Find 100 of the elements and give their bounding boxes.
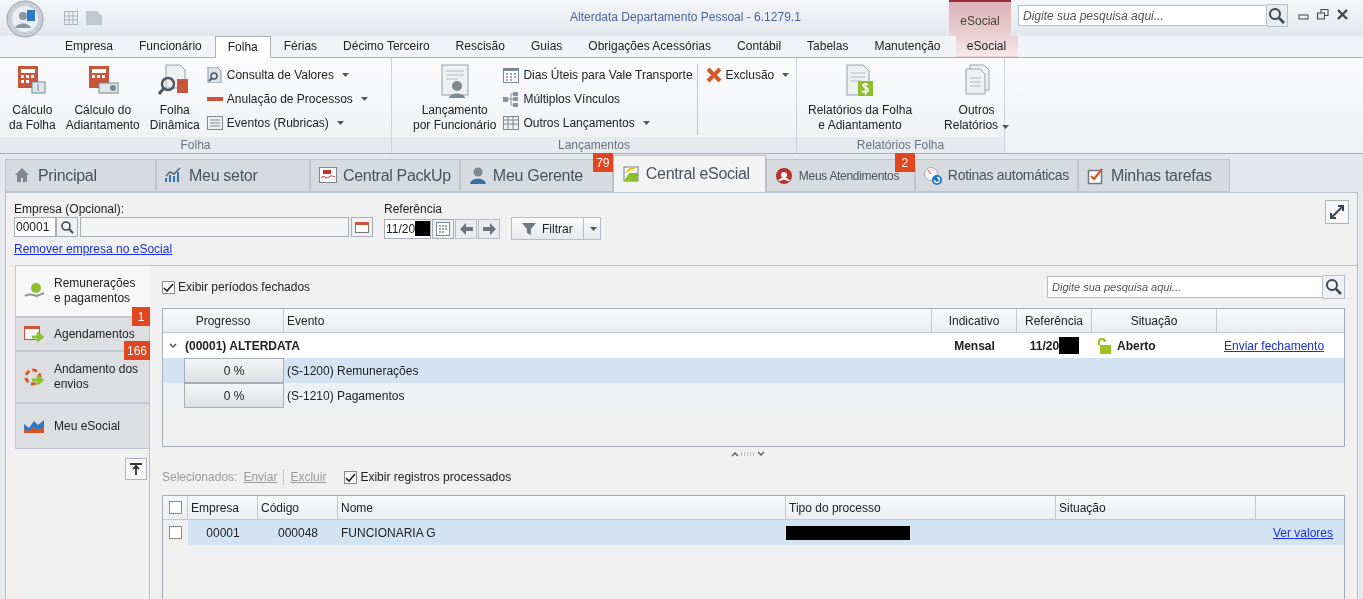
ribbon-tab[interactable]: Manutenção: [861, 35, 954, 57]
app-orb-icon[interactable]: [6, 0, 44, 38]
column-header[interactable]: Referência: [1017, 309, 1092, 332]
column-header[interactable]: Indicativo: [932, 309, 1017, 332]
code-field[interactable]: 00001: [14, 217, 56, 237]
ribbon-tab[interactable]: Folha: [214, 36, 271, 58]
group-label: Relatórios Folha: [797, 137, 1004, 153]
logo-icon: [319, 166, 337, 185]
page-tab[interactable]: Meu setor: [156, 159, 310, 192]
ribbon-tab[interactable]: Férias: [270, 35, 331, 57]
ribbon-tab[interactable]: Contábil: [724, 35, 795, 57]
table-row[interactable]: 0 % (S-1210) Pagamentos: [163, 383, 1344, 408]
badge: 1: [132, 307, 150, 326]
search-icon: [60, 220, 74, 234]
picker-button[interactable]: [351, 217, 373, 237]
contextual-tab-header: eSocial: [949, 0, 1011, 36]
ribbon-tab[interactable]: Funcionário: [126, 35, 215, 57]
side-nav-item[interactable]: Meu eSocial: [15, 403, 150, 449]
company-name-field[interactable]: [80, 217, 349, 237]
ribbon-tab[interactable]: Guias: [517, 35, 576, 57]
table-row[interactable]: 0 % (S-1200) Remunerações: [163, 358, 1344, 383]
calendar-arrow-icon: [24, 325, 44, 343]
filter-split-button[interactable]: Filtrar: [511, 217, 601, 240]
ribbon-button[interactable]: Consulta de Valores: [206, 64, 368, 86]
group-title: (00001) ALTERDATA: [185, 337, 300, 355]
page-tab[interactable]: Central eSocial: [612, 155, 766, 192]
ribbon-button[interactable]: Relatórios da Folha e Adiantamento: [805, 62, 916, 137]
checkbox-label[interactable]: Exibir registros processados: [344, 468, 512, 486]
ribbon-button[interactable]: Cálculo da Folha: [6, 62, 59, 137]
badge: 79: [592, 153, 613, 172]
calendar-icon: [436, 221, 450, 236]
table-icon: [503, 115, 520, 131]
ribbon-tab[interactable]: Décimo Terceiro: [330, 35, 443, 57]
ribbon-button[interactable]: Outros Lançamentos: [503, 112, 693, 134]
ribbon-button[interactable]: Exclusão: [705, 64, 790, 86]
ribbon-button[interactable]: Anulação de Processos: [206, 88, 368, 110]
splitter-grip-icon[interactable]: [731, 451, 765, 457]
table-cell-text: (S-1200) Remunerações: [286, 362, 419, 380]
ribbon-button[interactable]: Lançamento por Funcionário: [410, 62, 500, 137]
checkbox[interactable]: [169, 526, 182, 539]
restore-icon[interactable]: [1317, 9, 1329, 20]
ribbon-button[interactable]: Folha Dinâmica: [146, 62, 203, 137]
person-icon: [468, 166, 487, 185]
column-header[interactable]: Evento: [284, 309, 932, 332]
next-button[interactable]: [478, 218, 500, 239]
ribbon-button[interactable]: Eventos (Rubricas): [206, 112, 368, 134]
ribbon-tab[interactable]: Empresa: [52, 35, 127, 57]
note-icon: [621, 165, 640, 183]
ribbon-button[interactable]: Outros Relatórios: [941, 62, 1013, 137]
document-search-icon: [206, 67, 223, 83]
search-field[interactable]: Digite sua pesquisa aqui...: [1047, 276, 1323, 298]
column-header[interactable]: Situação: [1092, 309, 1217, 332]
checkbox[interactable]: [162, 280, 175, 294]
search-button[interactable]: [56, 217, 78, 237]
ribbon-button[interactable]: Múltiplos Vínculos: [503, 88, 693, 110]
home-icon: [14, 166, 32, 185]
ribbon-tab[interactable]: Obrigações Acessórias: [575, 35, 725, 57]
checkbox-label[interactable]: Exibir períodos fechados: [162, 278, 311, 296]
close-icon[interactable]: [1337, 9, 1348, 20]
remove-company-link[interactable]: Remover empresa no eSocial: [14, 240, 373, 258]
ribbon-tab[interactable]: eSocial: [955, 35, 1018, 57]
field-label: Referência: [384, 202, 444, 216]
caret-icon: [590, 226, 598, 231]
ribbon-tab[interactable]: Tabelas: [794, 35, 862, 57]
view-values-link[interactable]: Ver valores: [1272, 523, 1333, 542]
expand-button[interactable]: [1325, 200, 1349, 224]
redaction-bar: [415, 221, 430, 236]
page-tab[interactable]: Principal: [5, 159, 156, 192]
date-field[interactable]: 11/20: [384, 218, 431, 239]
previous-button[interactable]: [455, 218, 477, 239]
checkbox[interactable]: [168, 501, 182, 514]
column-header[interactable]: Empresa: [188, 496, 258, 519]
calendar-button[interactable]: [432, 218, 454, 239]
redaction-bar: [1059, 337, 1080, 354]
cross-icon: [705, 67, 722, 83]
column-header[interactable]: Situação: [1056, 496, 1256, 519]
page-tab[interactable]: Minhas tarefas: [1078, 159, 1230, 192]
page-tab[interactable]: Central PackUp: [310, 159, 460, 192]
column-header[interactable]: Código: [258, 496, 338, 519]
ribbon-button[interactable]: Cálculo do Adiantamento: [62, 62, 143, 137]
table-cell-text: 000048: [276, 524, 319, 542]
filter-icon: [522, 222, 536, 235]
search-icon[interactable]: [1323, 275, 1345, 299]
table-cell-text: 11/20: [1029, 337, 1060, 355]
table-row[interactable]: 00001 000048 FUNCIONARIA G Ver valores: [188, 520, 1344, 545]
scroll-top-button[interactable]: [125, 458, 147, 480]
search-icon[interactable]: [1267, 4, 1288, 27]
column-header[interactable]: Tipo do processo: [786, 496, 1056, 519]
search-field[interactable]: Digite sua pesquisa aqui...: [1018, 5, 1267, 26]
ribbon-button[interactable]: Dias Úteis para Vale Transporte: [503, 64, 693, 86]
page-tab[interactable]: Rotinas automáticas: [914, 159, 1078, 192]
chevron-icon[interactable]: [169, 342, 177, 349]
send-closing-link[interactable]: Enviar fechamento: [1224, 336, 1325, 355]
arrow-left-icon: [458, 221, 474, 236]
column-header[interactable]: Nome: [338, 496, 786, 519]
unlocked-padlock-icon: [1096, 337, 1112, 354]
column-header[interactable]: Progresso: [163, 309, 284, 332]
clock-icon: [923, 166, 942, 185]
checkbox[interactable]: [344, 470, 358, 484]
ribbon-tab[interactable]: Rescisão: [442, 35, 518, 57]
